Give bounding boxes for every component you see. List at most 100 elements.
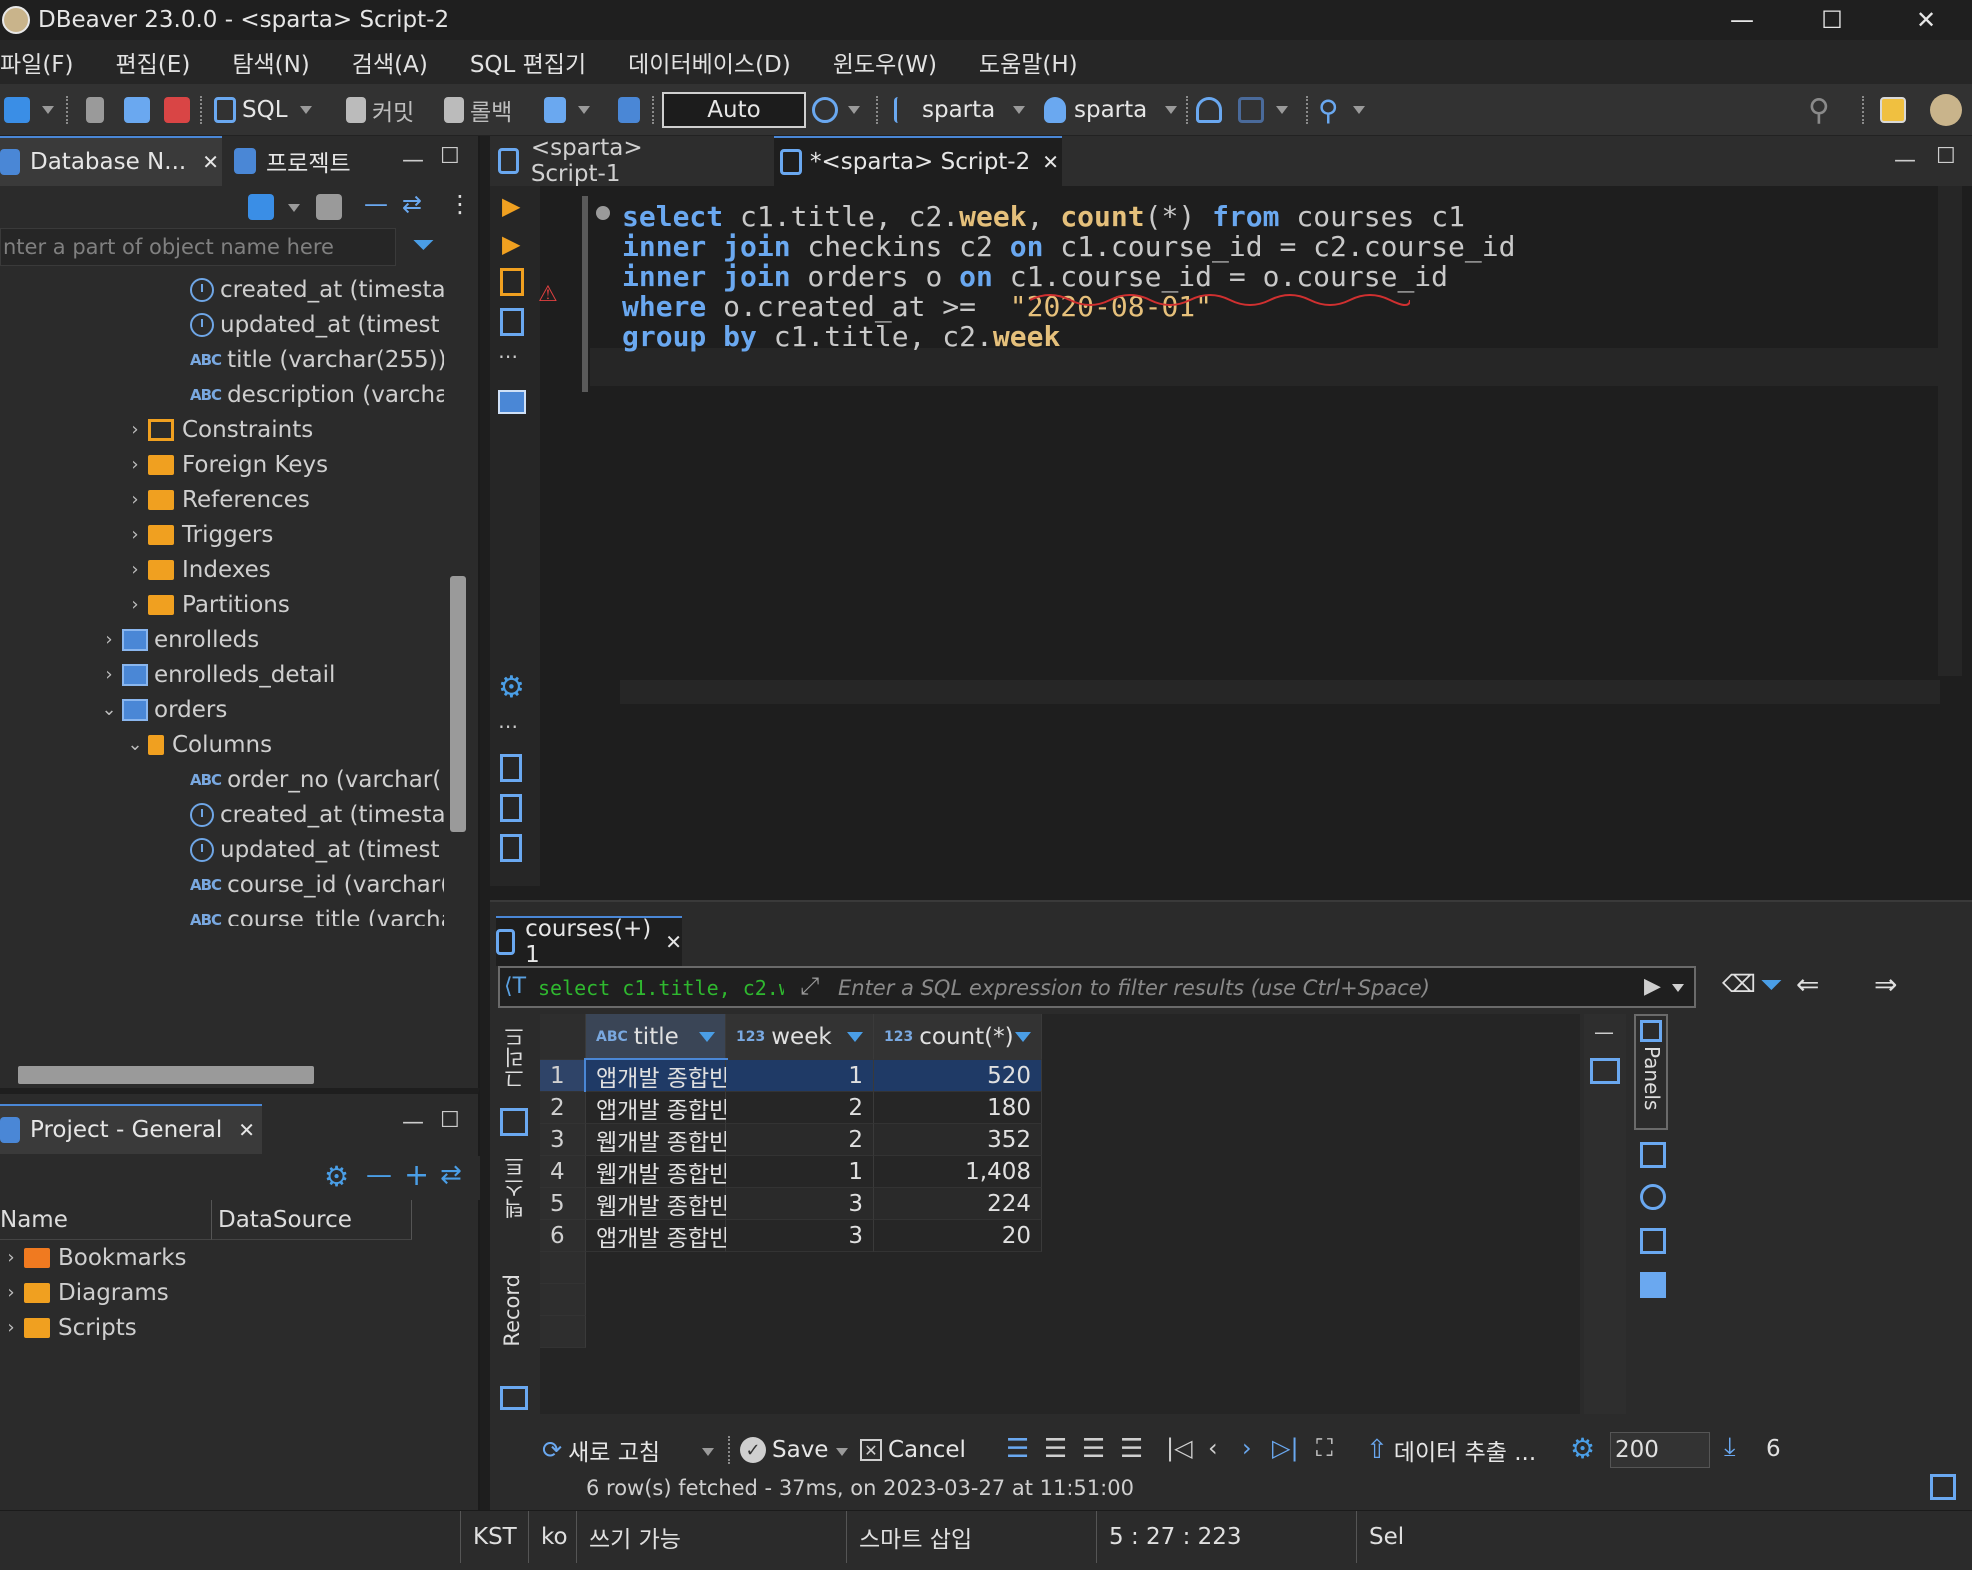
next-page-icon[interactable]: › — [1242, 1434, 1252, 1462]
add-icon[interactable]: + — [404, 1158, 429, 1193]
add-row-icon[interactable]: ☰ — [1044, 1434, 1067, 1464]
edit-row-icon[interactable]: ☰ — [1006, 1434, 1029, 1464]
tree-item[interactable]: ABC title (varchar(255)) — [190, 342, 444, 377]
transaction-mode-button[interactable] — [544, 92, 590, 128]
tree-item[interactable]: › enrolleds — [98, 622, 259, 657]
record-view-tab[interactable]: Record — [500, 1274, 524, 1347]
menu-search[interactable]: 검색(A) — [352, 45, 428, 79]
disconnect-button[interactable] — [164, 92, 190, 128]
tree-item[interactable]: › Constraints — [124, 412, 313, 447]
project-item-scripts[interactable]: › Scripts — [0, 1310, 136, 1345]
tree-item[interactable]: ⌄ Columns — [124, 727, 272, 762]
grid-cell-week[interactable]: 1 — [726, 1156, 874, 1188]
refresh-button[interactable]: ⟳ 새로 고침 — [542, 1432, 660, 1468]
tab-projects[interactable]: 프로젝트 — [234, 136, 394, 186]
link-with-editor-icon[interactable]: ⇄ — [402, 190, 422, 218]
column-header-week[interactable]: 123 week — [726, 1014, 874, 1060]
results-grid[interactable]: ABC title 123 week 123 count(*) 1 앱개발 종합반 1 520 2… — [540, 1014, 1580, 1414]
close-icon[interactable]: ✕ — [665, 930, 682, 954]
project-item-diagrams[interactable]: › Diagrams — [0, 1275, 168, 1310]
tree-item[interactable]: ABC order_no (varchar( — [190, 762, 441, 797]
chevron-right-icon[interactable]: › — [124, 594, 146, 615]
row-number[interactable]: 4 — [540, 1156, 586, 1188]
grid-cell-week[interactable]: 2 — [726, 1092, 874, 1124]
tree-item[interactable]: › Indexes — [124, 552, 270, 587]
column-header-title[interactable]: ABC title — [586, 1014, 726, 1060]
tree-item[interactable]: › Triggers — [124, 517, 273, 552]
sort-dropdown-icon[interactable] — [847, 1031, 863, 1042]
minimize-panel-button[interactable]: — — [402, 1110, 424, 1135]
reconnect-button[interactable] — [124, 92, 150, 128]
grid-cell-week[interactable]: 2 — [726, 1124, 874, 1156]
maximize-panel-button[interactable]: ☐ — [440, 1108, 460, 1133]
chevron-down-icon[interactable] — [836, 1448, 848, 1456]
calendar-icon[interactable] — [1640, 1272, 1666, 1298]
apply-filter-icon[interactable]: ▶ — [1644, 974, 1661, 999]
grid-cell-count[interactable]: 1,408 — [874, 1156, 1042, 1188]
book-icon[interactable] — [1590, 1058, 1620, 1084]
project-column-datasource[interactable]: DataSource — [212, 1200, 412, 1240]
rollback-button[interactable]: 롤백 — [444, 92, 512, 128]
maximize-editor-button[interactable]: ☐ — [1936, 144, 1956, 169]
perspective-button[interactable] — [1880, 92, 1906, 128]
collapse-all-icon[interactable]: — — [364, 190, 388, 218]
row-number[interactable]: 2 — [540, 1092, 586, 1124]
chevron-right-icon[interactable]: › — [124, 559, 146, 580]
project-item-bookmarks[interactable]: › Bookmarks — [0, 1240, 186, 1275]
sql-editor-button[interactable]: SQL — [214, 92, 312, 128]
chevron-down-icon[interactable]: ⌄ — [98, 699, 120, 720]
search-button[interactable]: ⚲ — [1318, 92, 1365, 128]
global-search-button[interactable]: ⚲ — [1808, 92, 1830, 128]
lock-button[interactable] — [618, 92, 640, 128]
cancel-button[interactable]: ✕ Cancel — [860, 1432, 966, 1468]
tree-item[interactable]: ABC course_title (varcha — [190, 902, 444, 927]
datasource-selector[interactable]: sparta — [894, 92, 1026, 128]
minimize-panel-button[interactable]: — — [1594, 1020, 1614, 1044]
grid-cell-count[interactable]: 224 — [874, 1188, 1042, 1220]
forward-icon[interactable]: ⇒ — [1874, 968, 1897, 1001]
chevron-right-icon[interactable]: › — [98, 664, 120, 685]
tab-script-1[interactable]: <sparta> Script-1 — [498, 135, 724, 187]
gear-icon[interactable]: ⚙ — [1570, 1432, 1595, 1465]
menu-window[interactable]: 윈도우(W) — [833, 45, 937, 79]
tab-project-general[interactable]: Project - General ✕ — [0, 1104, 262, 1154]
tree-item[interactable]: created_at (timesta — [190, 797, 444, 832]
code-line[interactable]: group by c1.title, c2.week — [622, 318, 1060, 356]
maximize-results-icon[interactable] — [1930, 1474, 1956, 1500]
row-number[interactable]: 1 — [540, 1060, 586, 1092]
dashboard-button[interactable] — [1196, 92, 1222, 128]
grid-cell-count[interactable]: 180 — [874, 1092, 1042, 1124]
tree-item[interactable]: ABC course_id (varchar( — [190, 867, 444, 902]
variables-icon[interactable] — [500, 834, 522, 862]
maximize-panel-button[interactable]: ☐ — [440, 144, 460, 169]
chevron-right-icon[interactable]: › — [124, 454, 146, 475]
grid-cell-count[interactable]: 520 — [874, 1060, 1042, 1092]
chevron-right-icon[interactable]: › — [124, 419, 146, 440]
minimize-editor-button[interactable]: — — [1894, 148, 1916, 173]
tree-item[interactable]: › References — [124, 482, 309, 517]
chevron-right-icon[interactable]: › — [124, 524, 146, 545]
commit-button[interactable]: 커밋 — [346, 92, 414, 128]
filter-icon[interactable]: ⏷ — [412, 228, 434, 262]
column-header-count[interactable]: 123 count(*) — [874, 1014, 1042, 1060]
grid-cell-title[interactable]: 웹개발 종합반 — [586, 1124, 730, 1156]
grid-cell-title[interactable]: 앱개발 종합반 — [586, 1092, 730, 1124]
grid-cell-week[interactable]: 1 — [726, 1060, 874, 1092]
tab-script-2[interactable]: *<sparta> Script-2 ✕ — [774, 136, 1062, 186]
view-menu-icon[interactable]: ⋮ — [448, 190, 472, 218]
collapse-icon[interactable]: — — [366, 1160, 392, 1190]
navigator-horizontal-scrollbar[interactable] — [18, 1066, 314, 1084]
back-icon[interactable]: ⇐ — [1796, 968, 1819, 1001]
execute-in-new-tab-icon[interactable]: ▶ — [502, 230, 520, 258]
new-connection-button[interactable] — [4, 92, 54, 128]
transaction-mode-select[interactable]: Auto — [662, 92, 806, 128]
tree-item[interactable]: › Foreign Keys — [124, 447, 328, 482]
grid-corner[interactable] — [540, 1014, 586, 1060]
connect-button[interactable] — [86, 92, 104, 128]
new-connection-icon[interactable] — [248, 194, 274, 220]
menu-help[interactable]: 도움말(H) — [979, 45, 1078, 79]
tab-results-courses[interactable]: courses(+) 1 ✕ — [496, 916, 682, 968]
grid-cell-week[interactable]: 3 — [726, 1188, 874, 1220]
more-icon[interactable]: ⋯ — [498, 344, 518, 368]
fetch-all-icon[interactable]: ⛶ — [1316, 1434, 1333, 1462]
